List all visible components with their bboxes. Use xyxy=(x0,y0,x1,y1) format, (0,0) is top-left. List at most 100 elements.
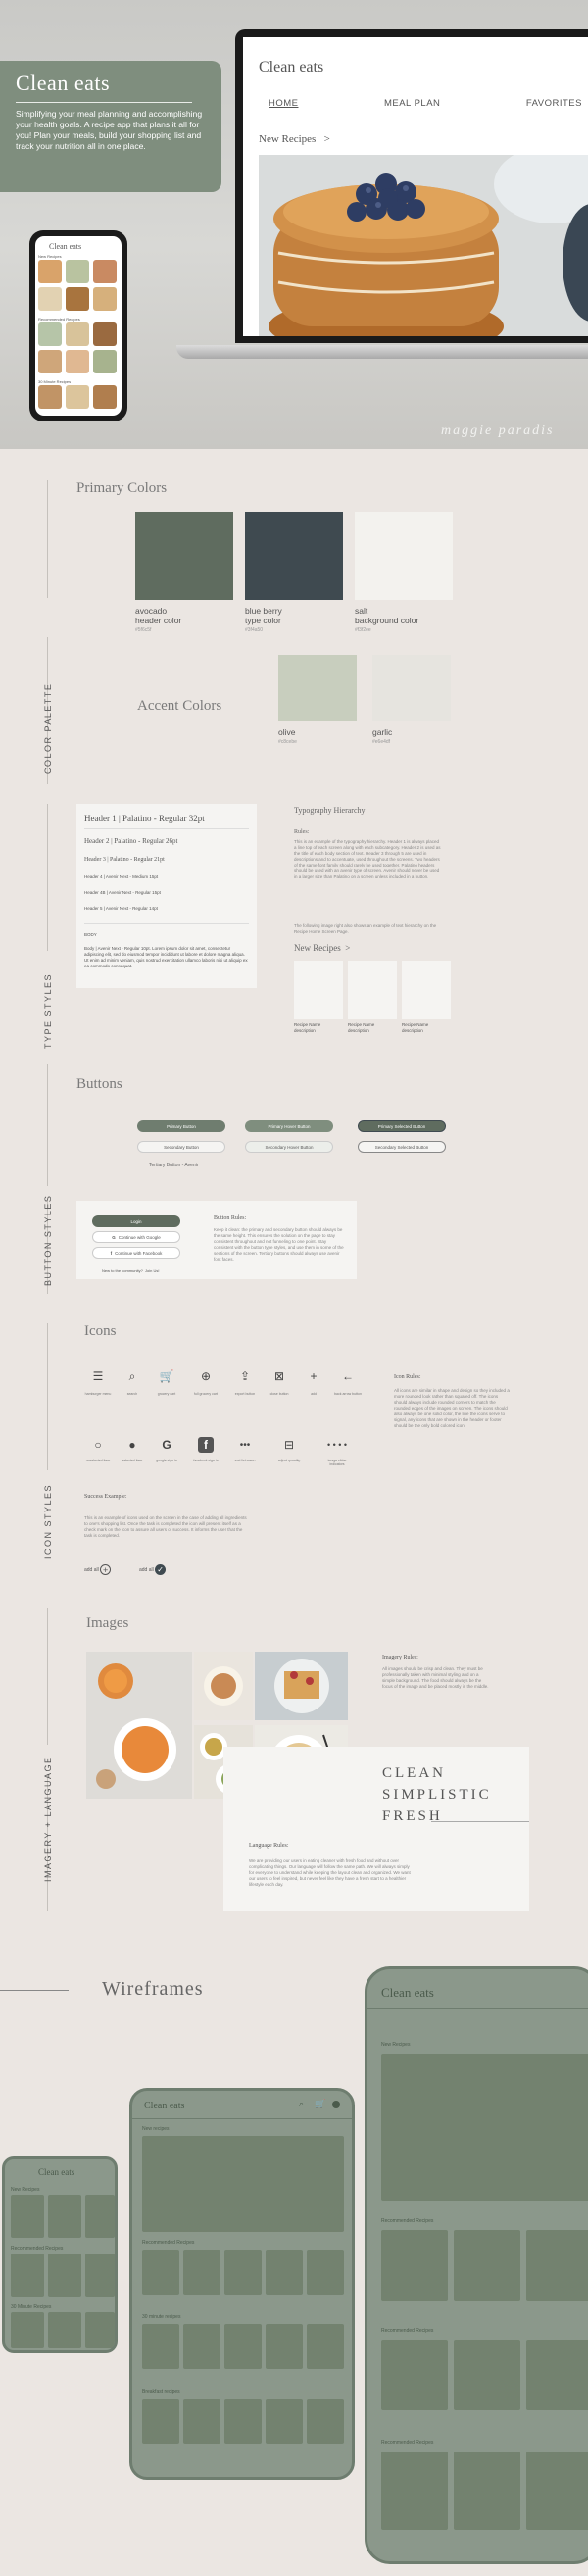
primary-hover-button[interactable]: Primary Hover Button xyxy=(245,1120,333,1132)
add-all-button[interactable]: add all + xyxy=(84,1564,112,1575)
recipe-thumb[interactable] xyxy=(66,385,89,409)
recipe-thumb[interactable] xyxy=(66,350,89,373)
primary-button[interactable]: Primary Button xyxy=(137,1120,225,1132)
recipe-name: Recipe Name description xyxy=(294,1022,320,1034)
google-icon[interactable]: G xyxy=(159,1437,174,1453)
google-button[interactable]: G Continue with Google xyxy=(92,1231,180,1243)
image-slider-indicators-icon: • • • • xyxy=(326,1440,348,1450)
icon-caption: sort list menu xyxy=(234,1459,256,1462)
color-name: blue berry xyxy=(245,606,282,616)
wf-tile xyxy=(183,2250,220,2295)
nav-home[interactable]: HOME xyxy=(249,98,318,109)
add-icon: + xyxy=(100,1564,112,1575)
export-icon[interactable]: ⇪ xyxy=(237,1368,253,1384)
login-button[interactable]: Login xyxy=(92,1215,180,1227)
facebook-icon[interactable]: f xyxy=(198,1437,214,1453)
divider xyxy=(84,828,249,829)
divider xyxy=(84,923,249,924)
icon-caption: full grocery cart xyxy=(194,1392,218,1396)
color-hex: #c8cebe xyxy=(278,739,297,745)
secondary-hover-button[interactable]: Secondary Hover Button xyxy=(245,1141,333,1153)
wf-section-label: New Recipes xyxy=(381,2042,411,2048)
full-grocery-cart-icon[interactable]: ⊕ xyxy=(198,1368,214,1384)
recipe-thumb[interactable] xyxy=(93,260,117,283)
color-name: avocado xyxy=(135,606,168,616)
recipe-thumb[interactable] xyxy=(66,260,89,283)
join-link[interactable]: Join Us! xyxy=(145,1268,159,1273)
facebook-button[interactable]: f Continue with Facebook xyxy=(92,1247,180,1259)
back-arrow-icon[interactable]: ← xyxy=(340,1368,356,1384)
avatar[interactable] xyxy=(332,2101,340,2108)
olive-swatch xyxy=(278,655,357,721)
recipe-thumb[interactable] xyxy=(93,287,117,311)
wf-tile xyxy=(224,2324,262,2369)
wf-tile xyxy=(48,2312,81,2348)
sample-recipe-card[interactable] xyxy=(402,961,451,1019)
hero-title: Clean eats xyxy=(16,71,111,95)
icon-caption: back arrow button xyxy=(334,1392,362,1396)
recipe-thumb[interactable] xyxy=(66,322,89,346)
type-specimen-card: Header 1 | Palatino - Regular 32pt Heade… xyxy=(76,804,257,988)
secondary-button[interactable]: Secondary Button xyxy=(137,1141,225,1153)
section-line xyxy=(47,480,48,598)
wf-section-label: Recommended Recipes xyxy=(381,2218,434,2224)
primary-selected-button[interactable]: Primary Selected Button xyxy=(358,1120,446,1132)
icon-caption: unselected item xyxy=(85,1459,111,1462)
salt-label: salt background color #f3f2ee xyxy=(355,606,418,635)
pancake-photo[interactable] xyxy=(259,155,588,336)
recipe-desc: description xyxy=(294,1028,316,1033)
search-icon[interactable]: ⌕ xyxy=(299,2099,304,2109)
button-rules-text: Keep it clean: the primary and secondary… xyxy=(214,1227,344,1262)
recipe-thumb[interactable] xyxy=(38,385,62,409)
success-text: This is an example of icons used on the … xyxy=(84,1515,247,1538)
sort-list-menu-icon[interactable]: ••• xyxy=(237,1437,253,1453)
color-hex: #f3f2ee xyxy=(355,627,371,633)
wf-tile xyxy=(142,2399,179,2444)
recipe-thumb[interactable] xyxy=(38,260,62,283)
secondary-selected-button[interactable]: Secondary Selected Button xyxy=(358,1141,446,1153)
selected-item-icon[interactable]: ● xyxy=(124,1437,140,1453)
recipe-thumb[interactable] xyxy=(93,322,117,346)
tertiary-button[interactable]: Tertiary Button - Avenir xyxy=(149,1163,199,1168)
wf-tile xyxy=(183,2324,220,2369)
icon-caption: google sign in xyxy=(156,1459,177,1462)
accent-colors-title: Accent Colors xyxy=(137,698,222,714)
icon-rules-text: All icons are similar in shape and desig… xyxy=(394,1388,510,1428)
blueberry-label: blue berry type color #3f4a50 xyxy=(245,606,282,635)
chevron-right-icon: > xyxy=(345,943,351,953)
add-all-done-button[interactable]: add all ✓ xyxy=(139,1564,167,1575)
hero-tagline: Simplifying your meal planning and accom… xyxy=(16,109,203,151)
recipe-thumb[interactable] xyxy=(93,385,117,409)
wf-tile xyxy=(48,2195,81,2238)
add-icon[interactable]: + xyxy=(306,1368,321,1384)
chevron-right-icon: > xyxy=(323,133,330,145)
icon-caption: adjust quantity xyxy=(277,1459,301,1462)
imagery-language-label: IMAGERY + LANGUAGE xyxy=(43,1756,53,1882)
close-icon[interactable]: ⊠ xyxy=(271,1368,287,1384)
body-label: BODY xyxy=(84,932,97,937)
recipe-thumb[interactable] xyxy=(38,287,62,311)
sample-recipe-card[interactable] xyxy=(348,961,397,1019)
grocery-cart-icon[interactable]: 🛒 xyxy=(159,1368,174,1384)
recipe-thumb[interactable] xyxy=(93,350,117,373)
pancake-image xyxy=(259,155,588,336)
unselected-item-icon[interactable]: ○ xyxy=(90,1437,106,1453)
recipe-thumb[interactable] xyxy=(66,287,89,311)
new-recipes-heading[interactable]: New Recipes > xyxy=(259,133,330,145)
search-icon[interactable]: ⌕ xyxy=(124,1368,140,1384)
wf-tile xyxy=(307,2399,344,2444)
nav-meal-plan[interactable]: MEAL PLAN xyxy=(365,98,460,109)
wf-title: Clean eats xyxy=(381,1985,434,2000)
recipe-thumb[interactable] xyxy=(38,322,62,346)
google-icon: G xyxy=(112,1234,116,1240)
adjust-quantity-icon[interactable]: ⊟ xyxy=(276,1437,302,1453)
color-name: olive xyxy=(278,727,296,737)
recipe-thumb[interactable] xyxy=(38,350,62,373)
nav-favorites[interactable]: FAVORITES xyxy=(507,98,588,109)
hamburger-menu-icon[interactable]: ☰ xyxy=(90,1368,106,1384)
icon-caption: search xyxy=(126,1392,138,1396)
color-palette-label: COLOR PALETTE xyxy=(43,682,53,774)
sample-recipe-card[interactable] xyxy=(294,961,343,1019)
grocery-cart-icon[interactable]: 🛒 xyxy=(315,2099,325,2109)
wf-tile xyxy=(381,2230,448,2301)
